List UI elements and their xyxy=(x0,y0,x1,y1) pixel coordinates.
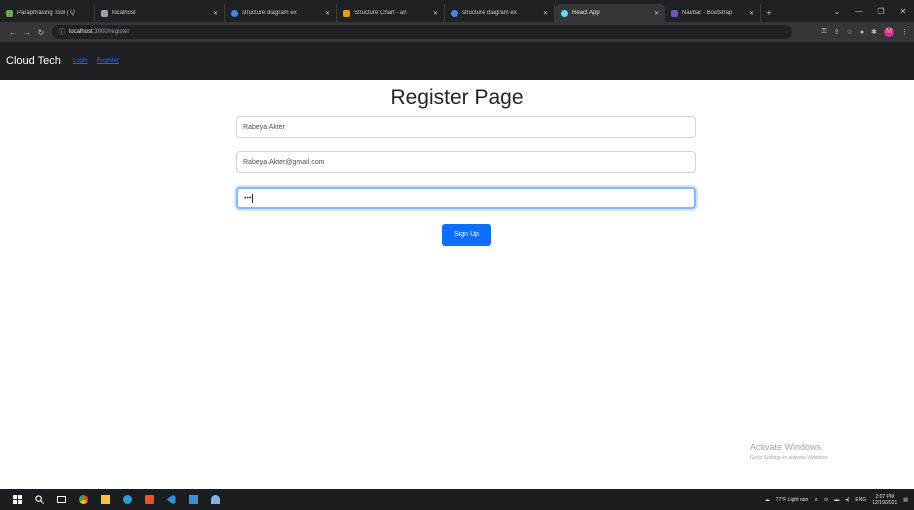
office-icon[interactable] xyxy=(138,489,160,510)
tab-favicon-icon xyxy=(101,9,108,17)
new-tab-icon[interactable]: + xyxy=(761,4,777,22)
chevron-down-icon[interactable]: ⌄ xyxy=(826,7,848,16)
browser-tab-active[interactable]: React App ✕ xyxy=(555,4,665,22)
tab-favicon-icon xyxy=(343,9,350,17)
sign-up-button[interactable]: Sign Up xyxy=(442,224,491,246)
tab-label: localhost xyxy=(112,10,136,16)
browser-tab[interactable]: localhost ✕ xyxy=(95,4,225,22)
url-path: :3000/register xyxy=(92,29,130,35)
weather-icon: ☁ xyxy=(764,496,770,503)
language-icon[interactable]: ENG xyxy=(855,497,866,503)
email-input-value: Rabeya.Akter@gmail.com xyxy=(243,158,325,166)
reload-icon[interactable]: ↻ xyxy=(34,28,48,37)
navbar-brand[interactable]: Cloud Tech xyxy=(6,55,61,67)
text-caret xyxy=(252,193,254,203)
browser-tab[interactable]: structure diagram ex ✕ xyxy=(445,4,555,22)
react-icon xyxy=(561,9,568,17)
close-icon[interactable]: ✕ xyxy=(654,10,659,17)
tab-label: Navbar · Bootstrap xyxy=(682,10,733,16)
activate-windows-watermark: Activate Windows Go to Settings to activ… xyxy=(750,442,829,461)
info-icon: ⓘ xyxy=(58,29,65,36)
menu-icon[interactable]: ⋮ xyxy=(901,28,908,36)
nav-link-login[interactable]: Login xyxy=(73,58,88,64)
chrome-icon[interactable] xyxy=(72,489,94,510)
star-icon[interactable]: ☆ xyxy=(847,28,853,36)
close-icon[interactable]: ✕ xyxy=(433,10,438,17)
tab-label: structure diagram ex xyxy=(242,10,297,16)
close-icon[interactable]: ✕ xyxy=(543,10,548,17)
share-icon[interactable]: ⇪ xyxy=(834,28,840,36)
back-icon[interactable]: ← xyxy=(6,28,20,37)
browser-tab[interactable]: Paraphrasing Tool | Q xyxy=(0,4,95,22)
store-icon[interactable] xyxy=(182,489,204,510)
watermark-subtitle: Go to Settings to activate Windows. xyxy=(750,455,829,461)
browser-tab[interactable]: Structure Chart - an ✕ xyxy=(337,4,445,22)
clock-time: 2:07 PM xyxy=(875,493,895,500)
toolbar-icons: ⚿ ⇪ ☆ ● ✱ M ⋮ xyxy=(821,27,908,37)
close-icon[interactable]: ✕ xyxy=(325,10,330,17)
browser-tab-strip: Paraphrasing Tool | Q localhost ✕ struct… xyxy=(0,0,914,22)
password-input-value: ••• xyxy=(244,194,252,202)
system-tray: ☁ 77°F Light rain ∧ ⊙ ▬ ◂) ENG 2:07 PM 1… xyxy=(765,494,914,506)
weather-text[interactable]: 77°F Light rain xyxy=(776,497,809,503)
bootstrap-icon xyxy=(671,9,678,17)
tab-favicon-icon xyxy=(231,9,238,17)
nav-link-register[interactable]: Register xyxy=(97,58,119,64)
close-icon[interactable]: ✕ xyxy=(749,10,754,17)
tab-label: Paraphrasing Tool | Q xyxy=(17,10,75,16)
key-icon[interactable]: ⚿ xyxy=(821,28,826,36)
app-navbar: Cloud Tech Login Register xyxy=(0,42,914,80)
battery-icon[interactable]: ▬ xyxy=(834,497,839,503)
name-input[interactable]: Rabeya Akter xyxy=(236,116,696,138)
address-bar[interactable]: ⓘ localhost:3000/register xyxy=(52,25,792,39)
task-view-icon[interactable] xyxy=(50,489,72,510)
window-controls: ⌄ — ❐ ✕ xyxy=(826,0,914,22)
windows-taskbar: ☁ 77°F Light rain ∧ ⊙ ▬ ◂) ENG 2:07 PM 1… xyxy=(0,489,914,510)
volume-icon[interactable]: ◂) xyxy=(845,497,849,503)
browser-toolbar: ← → ↻ ⓘ localhost:3000/register ⚿ ⇪ ☆ ● … xyxy=(0,22,914,42)
watermark-title: Activate Windows xyxy=(750,442,822,452)
file-explorer-icon[interactable] xyxy=(94,489,116,510)
maximize-icon[interactable]: ❐ xyxy=(870,7,892,16)
notification-icon[interactable]: ▤ xyxy=(903,497,908,503)
name-input-value: Rabeya Akter xyxy=(243,123,286,131)
clock[interactable]: 2:07 PM 12/19/2021 xyxy=(872,494,897,506)
extension-icon[interactable]: ● xyxy=(860,29,864,36)
puzzle-icon[interactable]: ✱ xyxy=(871,28,877,36)
browser-tab[interactable]: structure diagram ex ✕ xyxy=(225,4,337,22)
close-window-icon[interactable]: ✕ xyxy=(892,7,914,16)
clock-date: 12/19/2021 xyxy=(872,499,898,506)
vscode-icon[interactable] xyxy=(160,489,182,510)
password-input[interactable]: ••• xyxy=(236,187,696,209)
search-icon[interactable] xyxy=(28,489,50,510)
screen: Paraphrasing Tool | Q localhost ✕ struct… xyxy=(0,0,914,510)
tab-label: Structure Chart - an xyxy=(354,10,407,16)
tab-label: React App xyxy=(572,10,600,16)
network-icon[interactable]: ⊙ xyxy=(824,497,828,503)
tab-favicon-icon xyxy=(6,9,13,17)
forward-icon[interactable]: → xyxy=(20,28,34,37)
close-icon[interactable]: ✕ xyxy=(213,10,218,17)
browser-tab[interactable]: Navbar · Bootstrap ✕ xyxy=(665,4,761,22)
edge-icon[interactable] xyxy=(116,489,138,510)
profile-avatar[interactable]: M xyxy=(884,27,894,37)
url-host: localhost xyxy=(69,29,93,35)
chevron-up-icon[interactable]: ∧ xyxy=(814,497,818,503)
tab-favicon-icon xyxy=(451,9,458,17)
email-input[interactable]: Rabeya.Akter@gmail.com xyxy=(236,151,696,173)
app-icon[interactable] xyxy=(204,489,226,510)
tab-label: structure diagram ex xyxy=(462,10,517,16)
windows-start-icon[interactable] xyxy=(6,489,28,510)
page-title: Register Page xyxy=(390,86,524,109)
minimize-icon[interactable]: — xyxy=(848,7,870,16)
